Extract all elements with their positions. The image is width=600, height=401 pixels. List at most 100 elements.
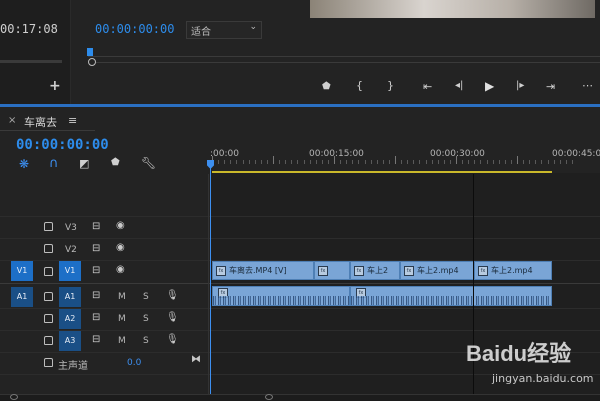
- ruler-tick: [376, 160, 378, 164]
- lock-icon[interactable]: [44, 267, 53, 276]
- monitor-zoom-bar[interactable]: [96, 62, 600, 63]
- lock-icon[interactable]: [44, 336, 53, 345]
- solo-button[interactable]: S: [143, 292, 149, 302]
- mute-button[interactable]: M: [118, 336, 126, 346]
- ruler-tick: [388, 160, 390, 164]
- microphone-icon[interactable]: 🎙︎: [166, 290, 179, 301]
- mute-button[interactable]: M: [118, 314, 126, 324]
- ruler-tick: [449, 160, 451, 164]
- step-forward-icon[interactable]: |▸: [516, 80, 524, 91]
- video-clip[interactable]: fx 车上2.mp4: [400, 261, 474, 280]
- go-to-out-icon[interactable]: ⇥: [546, 80, 555, 93]
- lock-icon[interactable]: [44, 292, 53, 301]
- video-clip[interactable]: fx: [314, 261, 350, 280]
- marker-icon[interactable]: ⬟: [322, 81, 331, 92]
- sync-lock-icon[interactable]: ⊟: [92, 221, 100, 232]
- lock-icon[interactable]: [44, 244, 53, 253]
- lock-icon[interactable]: [44, 358, 53, 367]
- master-volume-value[interactable]: 0.0: [127, 358, 141, 368]
- linked-selection-icon[interactable]: ∩: [49, 156, 59, 171]
- sequence-tab[interactable]: 车离去: [24, 114, 57, 130]
- ruler-tick: [242, 160, 244, 164]
- play-icon[interactable]: ▶: [485, 79, 494, 93]
- clip-label: 车上2: [367, 266, 389, 275]
- timeline-timecode[interactable]: 00:00:00:00: [16, 137, 109, 153]
- playhead-line[interactable]: [210, 160, 211, 395]
- ruler-tick: [266, 160, 268, 164]
- track-v2-label[interactable]: V2: [65, 245, 77, 255]
- scroll-handle-left[interactable]: [10, 394, 18, 400]
- ruler-tick: [291, 160, 293, 164]
- track-a2-target[interactable]: A2: [59, 309, 81, 329]
- source-scroll[interactable]: [0, 60, 62, 63]
- track-v3-label[interactable]: V3: [65, 223, 77, 233]
- video-clip[interactable]: fx 车上2: [350, 261, 400, 280]
- ruler-tick: [529, 160, 531, 164]
- go-to-end-icon[interactable]: ⧓: [191, 354, 201, 365]
- step-back-icon[interactable]: ◂|: [455, 80, 463, 91]
- mark-out-icon[interactable]: }: [387, 79, 394, 92]
- ruler-tick: [437, 160, 439, 164]
- snap-icon[interactable]: ❋: [19, 157, 29, 171]
- sync-lock-icon[interactable]: ⊟: [92, 243, 100, 254]
- microphone-icon[interactable]: 🎙︎: [166, 312, 179, 323]
- header-divider[interactable]: [208, 174, 209, 394]
- ruler-tick: [224, 160, 226, 164]
- more-icon[interactable]: ⋯: [582, 79, 593, 92]
- monitor-ruler[interactable]: [88, 50, 600, 58]
- ruler-tick: [334, 156, 335, 164]
- mute-button[interactable]: M: [118, 292, 126, 302]
- track-v1-target[interactable]: V1: [59, 261, 81, 281]
- fit-dropdown-label: 适合: [191, 27, 211, 38]
- scroll-handle-right[interactable]: [265, 394, 273, 400]
- add-button[interactable]: +: [49, 78, 61, 94]
- ruler-tick: [346, 160, 348, 164]
- source-duration: 00:17:08: [0, 22, 58, 36]
- tab-underline: [0, 130, 95, 131]
- add-marker-icon[interactable]: ◩: [79, 157, 89, 170]
- sync-lock-icon[interactable]: ⊟: [92, 334, 100, 345]
- solo-button[interactable]: S: [143, 314, 149, 324]
- video-clip[interactable]: fx 车离去.MP4 [V]: [212, 261, 314, 280]
- zoom-handle[interactable]: [88, 58, 96, 66]
- lock-icon[interactable]: [44, 222, 53, 231]
- ruler-tick: [285, 160, 287, 164]
- chevron-down-icon: ⌄: [249, 22, 257, 32]
- ruler-tick: [462, 160, 464, 164]
- ruler-tick: [358, 160, 360, 164]
- source-patch-a1[interactable]: A1: [11, 287, 33, 307]
- source-patch-v1[interactable]: V1: [11, 261, 33, 281]
- eye-icon[interactable]: ◉: [116, 220, 125, 231]
- monitor-playhead[interactable]: [87, 48, 93, 56]
- track-separator: [0, 238, 600, 239]
- fx-badge-icon: fx: [354, 265, 364, 276]
- sync-lock-icon[interactable]: ⊟: [92, 265, 100, 276]
- ruler-tick: [492, 160, 494, 164]
- ruler-tick: [382, 160, 384, 164]
- panel-menu-icon[interactable]: ≡: [68, 114, 77, 127]
- clip-label: 车离去.MP4 [V]: [229, 266, 287, 275]
- ruler-tick: [352, 160, 354, 164]
- microphone-icon[interactable]: 🎙︎: [166, 334, 179, 345]
- video-clip[interactable]: fx 车上2.mp4: [474, 261, 552, 280]
- eye-icon[interactable]: ◉: [116, 242, 125, 253]
- marker-icon[interactable]: ⬟: [111, 157, 120, 168]
- audio-clip[interactable]: fx: [350, 286, 552, 306]
- track-a3-target[interactable]: A3: [59, 331, 81, 351]
- lock-icon[interactable]: [44, 314, 53, 323]
- audio-clip[interactable]: fx: [212, 286, 350, 306]
- sync-lock-icon[interactable]: ⊟: [92, 312, 100, 323]
- eye-icon[interactable]: ◉: [116, 264, 125, 275]
- go-to-in-icon[interactable]: ⇤: [423, 80, 432, 93]
- track-a1-target[interactable]: A1: [59, 287, 81, 307]
- program-timecode[interactable]: 00:00:00:00: [95, 22, 174, 36]
- wrench-icon[interactable]: 🔧︎: [141, 156, 156, 170]
- ruler-tick: [260, 160, 262, 164]
- ruler-tick: [547, 160, 549, 164]
- close-tab-icon[interactable]: ×: [8, 115, 16, 126]
- fit-dropdown[interactable]: 适合 ⌄: [186, 21, 262, 39]
- mark-in-icon[interactable]: {: [356, 79, 363, 92]
- sync-lock-icon[interactable]: ⊟: [92, 290, 100, 301]
- ruler-tick: [303, 160, 305, 164]
- solo-button[interactable]: S: [143, 336, 149, 346]
